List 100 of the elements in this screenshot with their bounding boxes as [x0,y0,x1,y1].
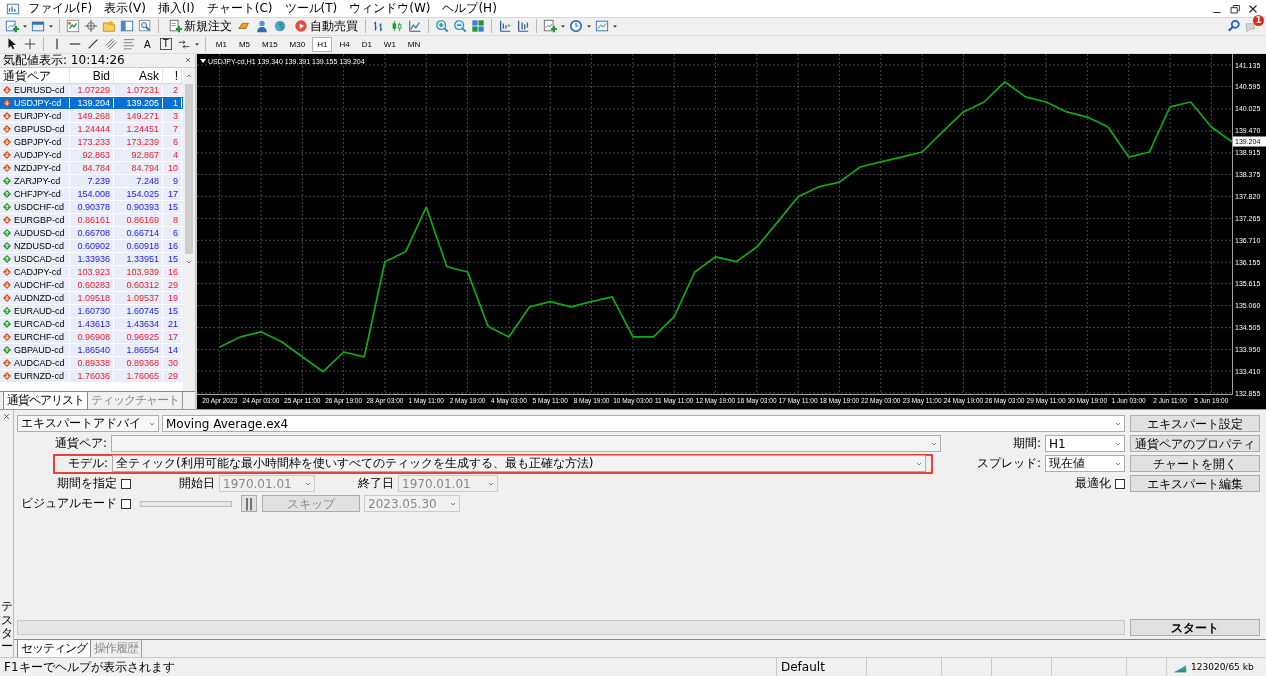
column-header[interactable]: Ask [114,69,163,84]
pause-button[interactable]: || [241,495,257,513]
symbol-properties-button[interactable]: 通貨ペアのプロパティ [1130,435,1260,453]
symbol-name: NZDJPY-cd [14,162,61,173]
arrows-icon[interactable] [176,37,191,52]
order-icon [168,19,182,34]
bid-price: 1.76036 [70,370,114,381]
type-dropdown[interactable]: エキスパートアドバイ [17,415,159,433]
tile-windows-icon[interactable] [471,19,485,34]
timeframe-button[interactable]: M30 [284,36,311,52]
ask-price: 103.939 [114,266,163,277]
spread-value: 30 [163,357,182,368]
triangle-icon[interactable] [200,58,206,63]
menu-item[interactable]: ヘルプ(H) [436,0,503,17]
panel-title: テスター [0,600,13,654]
period-dropdown[interactable]: H1 [1045,435,1125,453]
symbol-name: USDCHF-cd [14,201,64,212]
expert-dropdown[interactable]: Moving Average.ex4 [162,415,1125,433]
bid-price: 139.204 [70,97,114,108]
symbol-dropdown[interactable] [111,435,941,453]
timeframe-button[interactable]: M1 [210,36,232,52]
channel-icon[interactable] [104,37,118,52]
ask-price: 139.205 [114,97,163,108]
field-label: モデル: [66,455,108,473]
ask-price: 7.248 [114,175,163,186]
spread-value: 29 [163,370,182,381]
checkbox[interactable] [1115,478,1125,489]
autoscroll-icon[interactable] [516,19,530,34]
timeframe-button[interactable]: D1 [356,36,377,52]
spread-dropdown[interactable]: 現在値 [1045,455,1125,473]
candlestick-icon[interactable] [390,19,404,34]
spread-value: 15 [163,305,182,316]
symbol-name: ZARJPY-cd [14,175,61,186]
indicator-icon[interactable] [543,19,557,34]
new-chart-icon[interactable] [5,19,19,34]
bid-price: 84.784 [70,162,114,173]
symbol-name: EURCAD-cd [14,318,65,329]
line-chart-icon[interactable] [408,19,422,34]
quotes-icon[interactable] [66,19,80,34]
auto-trading-button[interactable]: 自動売買 [289,18,361,35]
bid-price: 0.89338 [70,357,114,368]
timeframe-button[interactable]: H4 [334,36,355,52]
start-button[interactable]: スタート [1130,618,1260,636]
spread-value: 17 [163,188,182,199]
crosshair-icon[interactable] [84,19,98,34]
ask-price: 0.60918 [114,240,163,251]
tab[interactable]: 通貨ペアリスト [3,391,88,410]
timeframe-button[interactable]: H1 [312,36,333,52]
new-order-button[interactable]: 新規注文 [163,18,235,35]
field-label: 通貨ペア: [53,435,107,453]
menu-item[interactable]: ファイル(F) [22,0,99,17]
timeframe-button[interactable]: W1 [378,36,401,52]
field-label: 終了日 [357,475,394,493]
checkbox[interactable] [121,478,131,489]
globe-icon[interactable] [273,19,287,34]
open-chart-button[interactable]: チャートを開く [1130,455,1260,473]
symbol-name: AUDNZD-cd [14,292,64,303]
person-icon[interactable] [255,19,269,34]
menu-item[interactable]: チャート(C) [200,0,279,17]
edit-expert-button[interactable]: エキスパート編集 [1130,475,1260,493]
ask-price: 0.90393 [114,201,163,212]
profile-name: Default [776,658,866,676]
close-icon[interactable] [2,411,11,421]
text-label-tool[interactable]: T [159,38,172,51]
template-icon[interactable] [595,19,609,34]
checkbox[interactable] [121,498,131,509]
fibonacci-icon[interactable] [122,37,136,52]
zoom-out-icon[interactable] [453,19,467,34]
column-header[interactable]: Bid [70,69,114,84]
expert-settings-button[interactable]: エキスパート設定 [1130,415,1260,433]
timeframe-button[interactable]: MN [402,36,426,52]
menu-item[interactable]: 表示(V) [98,0,152,17]
symbol-name: CHFJPY-cd [14,188,61,199]
timeframe-button[interactable]: M15 [257,36,283,52]
slider-track[interactable] [140,500,232,507]
model-dropdown[interactable]: 全ティック(利用可能な最小時間枠を使いすべてのティックを生成する、最も正確な方法) [112,455,926,473]
spread-value: 6 [163,136,182,147]
spread-value: 19 [163,292,182,303]
search-icon[interactable] [1227,19,1241,34]
symbol-name: AUDJPY-cd [14,149,62,160]
window-icon[interactable] [31,19,45,34]
scrollbar[interactable] [183,67,195,391]
zoom-in-icon[interactable] [435,19,449,34]
ask-price: 1.07231 [114,84,163,95]
bid-price: 1.60730 [70,305,114,316]
tab[interactable]: セッティング [17,640,91,659]
ask-price: 0.89368 [114,357,163,368]
column-header[interactable]: ! [163,69,182,84]
menu-item[interactable]: ツール(T) [278,0,344,17]
chart-shift-icon[interactable] [498,19,512,34]
menu-item[interactable]: ウィンドウ(W) [343,0,437,17]
magnifier-icon[interactable] [138,19,152,34]
panel-icon[interactable] [120,19,134,34]
menu-item[interactable]: 挿入(I) [151,0,201,17]
text-tool[interactable]: A [141,38,154,50]
symbol-name: AUDCAD-cd [14,357,65,368]
timeframe-button[interactable]: M5 [233,36,256,52]
symbol-name: EURGBP-cd [14,214,65,225]
field-label: スプレッド: [975,455,1041,473]
clock-icon[interactable] [569,19,583,34]
